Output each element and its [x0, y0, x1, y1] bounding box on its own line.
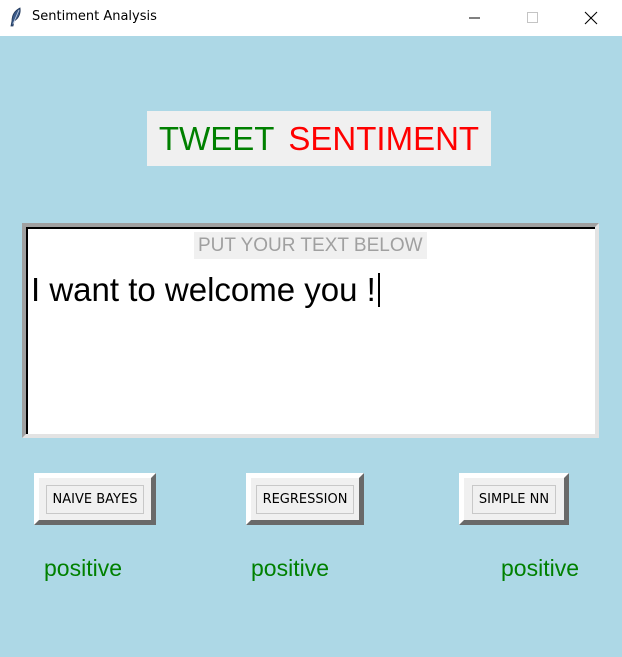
- title-word-sentiment: SENTIMENT: [288, 119, 480, 157]
- naive-bayes-button[interactable]: NAIVE BAYES: [34, 473, 156, 525]
- window-title: Sentiment Analysis: [32, 9, 157, 24]
- maximize-button[interactable]: [510, 0, 556, 36]
- naive-bayes-result: positive: [44, 555, 122, 581]
- text-area-label: PUT YOUR TEXT BELOW: [194, 232, 427, 259]
- tweet-text-area[interactable]: PUT YOUR TEXT BELOW I want to welcome yo…: [22, 223, 599, 438]
- text-area-value[interactable]: I want to welcome you !: [31, 271, 380, 309]
- title-bar[interactable]: Sentiment Analysis: [0, 0, 622, 36]
- main-panel: TWEET SENTIMENT PUT YOUR TEXT BELOW I wa…: [0, 36, 622, 657]
- close-icon: [584, 11, 598, 25]
- regression-result: positive: [251, 555, 329, 581]
- regression-button-label[interactable]: REGRESSION: [255, 484, 355, 514]
- naive-bayes-button-label[interactable]: NAIVE BAYES: [45, 484, 145, 514]
- text-area-inner[interactable]: PUT YOUR TEXT BELOW I want to welcome yo…: [26, 227, 595, 434]
- title-word-tweet: TWEET: [158, 119, 275, 157]
- text-caret: [377, 273, 380, 307]
- regression-button[interactable]: REGRESSION: [246, 473, 364, 525]
- minimize-icon: [469, 17, 480, 19]
- maximize-icon: [527, 12, 538, 23]
- simple-nn-result: positive: [501, 555, 579, 581]
- minimize-button[interactable]: [452, 0, 498, 36]
- feather-icon: [8, 7, 24, 27]
- simple-nn-button-label[interactable]: SIMPLE NN: [471, 484, 557, 514]
- page-title: TWEET SENTIMENT: [147, 111, 491, 166]
- app-window: Sentiment Analysis TWEET SENTIMENT PUT Y: [0, 0, 622, 657]
- text-area-content[interactable]: I want to welcome you !: [31, 271, 376, 308]
- simple-nn-button[interactable]: SIMPLE NN: [459, 473, 569, 525]
- close-button[interactable]: [568, 0, 614, 36]
